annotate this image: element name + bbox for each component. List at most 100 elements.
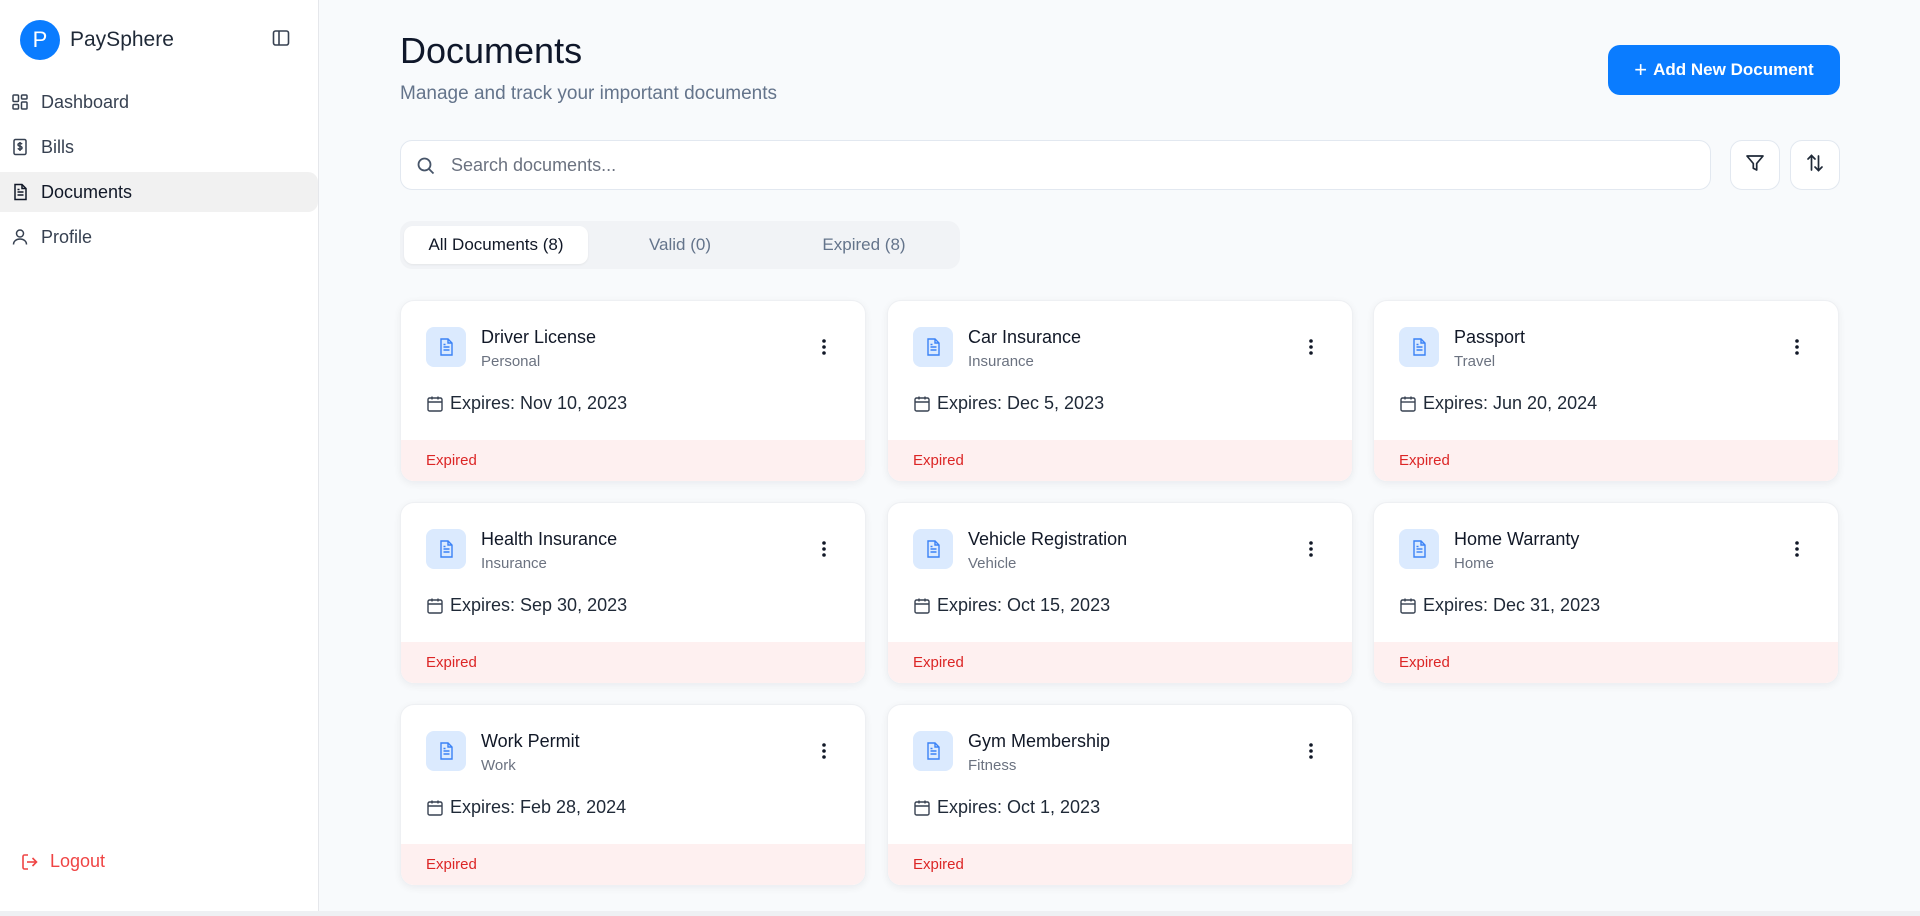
calendar-icon [426, 799, 444, 817]
document-category: Travel [1454, 353, 1496, 370]
sidebar-nav: Dashboard Bills Documents Profile [0, 82, 319, 262]
horizontal-scrollbar[interactable] [0, 911, 1920, 916]
status-badge: Expired [1374, 440, 1838, 481]
document-title: Vehicle Registration [968, 529, 1128, 549]
more-options-icon[interactable] [1301, 539, 1321, 559]
document-icon [426, 327, 466, 367]
document-icon [913, 731, 953, 771]
more-options-icon[interactable] [814, 539, 834, 559]
status-badge: Expired [1374, 642, 1838, 683]
expiry-text: Expires: Feb 28, 2024 [450, 797, 627, 817]
document-category: Insurance [481, 555, 547, 572]
tab-expired[interactable]: Expired (8) [772, 226, 956, 264]
document-category: Home [1454, 555, 1495, 572]
expiry-text: Expires: Dec 5, 2023 [937, 393, 1105, 413]
calendar-icon [913, 597, 931, 615]
more-options-icon[interactable] [814, 741, 834, 761]
sort-button[interactable] [1790, 140, 1840, 190]
sidebar-item-dashboard[interactable]: Dashboard [0, 82, 318, 122]
calendar-icon [913, 395, 931, 413]
brand-logo: P [20, 20, 60, 60]
expiry-text: Expires: Oct 1, 2023 [937, 797, 1101, 817]
document-icon [426, 731, 466, 771]
status-badge: Expired [888, 642, 1352, 683]
document-title: Work Permit [481, 731, 580, 751]
calendar-icon [426, 395, 444, 413]
filter-button[interactable] [1730, 140, 1780, 190]
document-expiry: Expires: Oct 1, 2023 [913, 797, 1100, 818]
brand[interactable]: P PaySphere [20, 20, 174, 60]
sidebar-item-documents[interactable]: Documents [0, 172, 318, 212]
document-tabs: All Documents (8) Valid (0) Expired (8) [400, 221, 960, 269]
document-icon [11, 183, 29, 201]
status-badge: Expired [401, 440, 865, 481]
more-options-icon[interactable] [1787, 337, 1807, 357]
calendar-icon [426, 597, 444, 615]
filter-icon [1744, 152, 1766, 179]
sidebar-item-bills[interactable]: Bills [0, 127, 318, 167]
tab-valid[interactable]: Valid (0) [588, 226, 772, 264]
document-card[interactable]: Gym Membership Fitness Expires: Oct 1, 2… [887, 704, 1353, 886]
document-card[interactable]: Vehicle Registration Vehicle Expires: Oc… [887, 502, 1353, 684]
sidebar-toggle-icon[interactable] [271, 28, 291, 48]
expiry-text: Expires: Dec 31, 2023 [1423, 595, 1601, 615]
document-icon [1399, 327, 1439, 367]
status-badge: Expired [401, 642, 865, 683]
more-options-icon[interactable] [1787, 539, 1807, 559]
dollar-doc-icon [11, 138, 29, 156]
document-card[interactable]: Driver License Personal Expires: Nov 10,… [400, 300, 866, 482]
sidebar: P PaySphere Dashboard Bills Documents Pr… [0, 0, 319, 911]
document-expiry: Expires: Oct 15, 2023 [913, 595, 1110, 616]
sidebar-item-profile[interactable]: Profile [0, 217, 318, 257]
sort-icon [1804, 152, 1826, 179]
page-title: Documents [400, 30, 583, 71]
document-expiry: Expires: Dec 5, 2023 [913, 393, 1104, 414]
document-category: Personal [481, 353, 541, 370]
sidebar-item-label: Profile [41, 226, 93, 247]
search-input[interactable] [451, 154, 1710, 176]
document-expiry: Expires: Jun 20, 2024 [1399, 393, 1597, 414]
document-card[interactable]: Health Insurance Insurance Expires: Sep … [400, 502, 866, 684]
logout-button[interactable]: Logout [20, 851, 105, 872]
document-expiry: Expires: Nov 10, 2023 [426, 393, 627, 414]
document-title: Passport [1454, 327, 1526, 347]
sidebar-item-label: Bills [41, 136, 75, 157]
document-expiry: Expires: Dec 31, 2023 [1399, 595, 1600, 616]
brand-name: PaySphere [70, 28, 174, 51]
sidebar-item-label: Documents [41, 181, 133, 202]
document-card[interactable]: Home Warranty Home Expires: Dec 31, 2023… [1373, 502, 1839, 684]
document-icon [913, 327, 953, 367]
document-title: Home Warranty [1454, 529, 1580, 549]
add-new-document-button[interactable]: + Add New Document [1608, 45, 1840, 95]
document-title: Car Insurance [968, 327, 1082, 347]
document-category: Fitness [968, 757, 1017, 774]
tab-all-documents[interactable]: All Documents (8) [404, 226, 588, 264]
grid-icon [11, 93, 29, 111]
document-icon [1399, 529, 1439, 569]
expiry-text: Expires: Oct 15, 2023 [937, 595, 1111, 615]
expiry-text: Expires: Nov 10, 2023 [450, 393, 628, 413]
document-card[interactable]: Passport Travel Expires: Jun 20, 2024 Ex… [1373, 300, 1839, 482]
sidebar-item-label: Dashboard [41, 91, 130, 112]
document-card[interactable]: Car Insurance Insurance Expires: Dec 5, … [887, 300, 1353, 482]
expiry-text: Expires: Sep 30, 2023 [450, 595, 628, 615]
page-subtitle: Manage and track your important document… [400, 83, 778, 104]
expiry-text: Expires: Jun 20, 2024 [1423, 393, 1598, 413]
more-options-icon[interactable] [1301, 741, 1321, 761]
add-button-label: Add New Document [1653, 60, 1814, 79]
user-icon [11, 228, 29, 246]
document-title: Gym Membership [968, 731, 1111, 751]
document-icon [426, 529, 466, 569]
calendar-icon [913, 799, 931, 817]
document-icon [913, 529, 953, 569]
document-expiry: Expires: Feb 28, 2024 [426, 797, 626, 818]
more-options-icon[interactable] [1301, 337, 1321, 357]
document-title: Driver License [481, 327, 597, 347]
status-badge: Expired [888, 440, 1352, 481]
calendar-icon [1399, 597, 1417, 615]
status-badge: Expired [401, 844, 865, 885]
document-card[interactable]: Work Permit Work Expires: Feb 28, 2024 E… [400, 704, 866, 886]
logout-icon [20, 852, 40, 872]
search-icon [416, 156, 436, 176]
more-options-icon[interactable] [814, 337, 834, 357]
